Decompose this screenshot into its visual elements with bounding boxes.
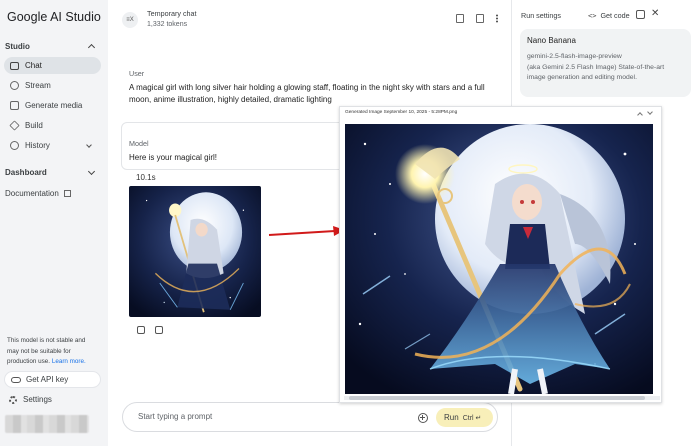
magical-girl-image: [129, 186, 261, 317]
red-arrow-annotation: [268, 226, 345, 236]
chevron-down-icon[interactable]: [647, 109, 653, 115]
token-count: 1,332 tokens: [147, 21, 188, 28]
image-viewer: Generated Image September 10, 2025 - 5:2…: [339, 106, 662, 403]
learn-more-link[interactable]: Learn more.: [52, 358, 86, 365]
sidebar-item-chat[interactable]: Chat: [4, 57, 101, 74]
brand-logo[interactable]: Google AI Studio: [7, 10, 101, 24]
documentation-label: Documentation: [5, 189, 59, 198]
sidebar-item-build[interactable]: Build: [4, 117, 101, 134]
reset-icon[interactable]: [636, 10, 645, 19]
chevron-up-icon[interactable]: [637, 112, 643, 118]
user-role-label: User: [129, 69, 145, 78]
save-icon[interactable]: [456, 14, 464, 23]
stream-icon: [10, 81, 19, 90]
temporary-chat-icon[interactable]: ≡X: [122, 12, 138, 28]
copy-icon[interactable]: [476, 14, 484, 23]
documentation-link[interactable]: Documentation: [5, 189, 71, 198]
account-avatar[interactable]: [5, 415, 89, 433]
sidebar-item-label: History: [25, 141, 50, 150]
run-button[interactable]: Run Ctrl ↵: [436, 408, 493, 427]
header-actions: [456, 14, 498, 23]
viewer-title: Generated Image September 10, 2025 - 5:2…: [345, 110, 458, 115]
settings-label: Settings: [23, 395, 52, 404]
scrollbar-thumb[interactable]: [349, 396, 645, 400]
magical-girl-image: [345, 124, 653, 394]
model-role-label: Model: [129, 139, 149, 148]
chevron-up-icon[interactable]: [87, 43, 96, 52]
model-description: (aka Gemini 2.5 Flash Image) State-of-th…: [527, 63, 665, 82]
model-id: gemini-2.5-flash-image-preview: [527, 53, 622, 60]
model-message: Here is your magical girl!: [129, 153, 218, 162]
sidebar-item-label: Generate media: [25, 101, 83, 110]
get-code-label: Get code: [600, 11, 630, 20]
sidebar-item-label: Stream: [25, 81, 51, 90]
thumbs-down-icon[interactable]: [155, 326, 163, 334]
get-api-key-button[interactable]: Get API key: [4, 371, 101, 388]
chat-header: ≡X Temporary chat 1,332 tokens: [118, 6, 508, 34]
model-selector-card[interactable]: Nano Banana gemini-2.5-flash-image-previ…: [520, 29, 691, 97]
user-message: A magical girl with long silver hair hol…: [129, 83, 485, 104]
chevron-down-icon[interactable]: [86, 142, 92, 148]
run-settings-title: Run settings: [521, 11, 561, 20]
chat-title: Temporary chat: [147, 9, 197, 18]
media-icon: [10, 101, 19, 110]
external-link-icon: [63, 190, 71, 197]
stability-notice: This model is not stable and may not be …: [7, 336, 99, 368]
run-label: Run: [444, 413, 459, 422]
sidebar-item-label: Chat: [25, 61, 42, 70]
add-icon[interactable]: [418, 413, 428, 423]
close-icon[interactable]: ✕: [651, 8, 659, 19]
settings-button[interactable]: Settings: [9, 395, 52, 404]
api-key-label: Get API key: [26, 375, 69, 384]
code-icon: <>: [588, 11, 597, 20]
chat-icon: [10, 61, 19, 70]
elapsed-time: 10.1s: [136, 173, 156, 182]
sidebar: Google AI Studio Studio Chat Stream Gene…: [0, 0, 108, 446]
generated-image-large: [345, 124, 653, 394]
thumbs-up-icon[interactable]: [137, 326, 145, 334]
build-icon: [9, 120, 20, 131]
prompt-bar: Run Ctrl ↵: [122, 402, 498, 432]
model-name: Nano Banana: [527, 36, 576, 45]
generated-image-thumbnail[interactable]: [129, 186, 261, 317]
get-code-button[interactable]: <> Get code: [588, 11, 630, 20]
sidebar-item-stream[interactable]: Stream: [4, 77, 101, 94]
prompt-input[interactable]: [138, 412, 378, 421]
viewer-scrollbar[interactable]: [344, 396, 660, 400]
key-icon: [11, 376, 21, 383]
sidebar-item-generate-media[interactable]: Generate media: [4, 97, 101, 114]
section-studio[interactable]: Studio: [5, 42, 30, 51]
history-icon: [10, 141, 19, 150]
sidebar-item-history[interactable]: History: [4, 137, 101, 154]
more-icon[interactable]: [496, 14, 498, 23]
run-shortcut: Ctrl ↵: [462, 414, 482, 422]
gear-icon: [9, 395, 17, 404]
chevron-down-icon[interactable]: [87, 167, 96, 176]
sidebar-item-label: Build: [25, 121, 43, 130]
section-dashboard[interactable]: Dashboard: [5, 168, 47, 177]
feedback-buttons: [137, 326, 163, 334]
